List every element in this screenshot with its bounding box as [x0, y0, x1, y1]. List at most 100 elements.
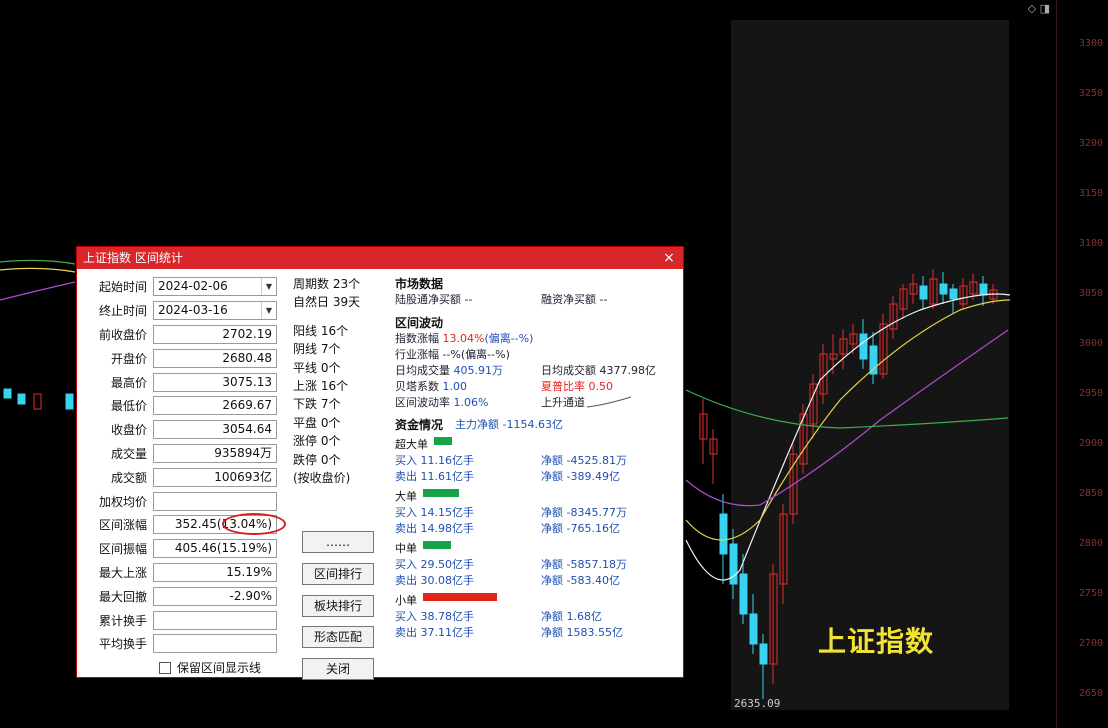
chevron-down-icon[interactable]: ▼ — [261, 302, 276, 320]
fund-group-header: 小单 — [395, 593, 685, 609]
close-button[interactable]: 关闭 — [302, 658, 374, 681]
metric-label: 指数涨幅 — [395, 332, 443, 345]
candle-body — [759, 643, 768, 665]
field-row: 区间振幅 405.46(15.19%) — [83, 537, 289, 561]
metric-value: 13.04% — [442, 332, 485, 345]
sector-rank-button[interactable]: 板块排行 — [302, 594, 374, 617]
field-value-text: 352.45(13.04%) — [174, 517, 272, 532]
fund-group-header: 大单 — [395, 489, 685, 505]
volatility-metric-2: 日均成交额 4377.98亿 — [541, 364, 656, 377]
fund-group: 小单 买入 38.78亿手 净额 1.68亿 卖出 37.11亿手 净额 1583.55… — [395, 593, 685, 641]
field-value-text: 935894万 — [214, 445, 272, 460]
field-value: 100693亿 — [153, 467, 277, 487]
range-rank-button[interactable]: 区间排行 — [302, 562, 374, 585]
field-value: 405.46(15.19%) — [153, 539, 277, 559]
candle-body — [719, 513, 728, 555]
market-data-title: 市场数据 — [395, 277, 444, 291]
field-value — [153, 634, 277, 654]
field-value-text: 15.19% — [226, 564, 272, 579]
close-icon[interactable]: × — [661, 247, 677, 269]
fund-sell: 卖出 30.08亿手 — [395, 574, 474, 587]
field-label: 最低价 — [110, 399, 147, 414]
fund-flow-row: 买入 14.15亿手 净额 -8345.77万 — [395, 505, 685, 521]
pattern-match-button[interactable]: 形态匹配 — [302, 626, 374, 649]
candle-body — [949, 288, 958, 300]
fund-net2: 净额 -765.16亿 — [541, 522, 620, 535]
candle-body — [939, 283, 948, 295]
field-row: 区间涨幅 352.45(13.04%) — [83, 513, 289, 537]
fund-buy: 买入 11.16亿手 — [395, 454, 474, 467]
fund-buy: 买入 29.50亿手 — [395, 558, 474, 571]
fund-flow-bar — [423, 489, 459, 497]
field-value-text: 2024-02-06 — [158, 279, 228, 294]
fund-buy: 买入 14.15亿手 — [395, 506, 474, 519]
field-label: 最大上涨 — [98, 565, 147, 580]
fund-group-name: 大单 — [395, 490, 417, 503]
chart-toolbar-icons[interactable]: ◇ ◨ — [1028, 2, 1050, 15]
index-name-overlay: 上证指数 — [818, 625, 935, 658]
candle-body — [869, 345, 878, 375]
fund-group: 中单 买入 29.50亿手 净额 -5857.18万 卖出 30.08亿手 净额 -58… — [395, 541, 685, 589]
volatility-rows: 指数涨幅 13.04%(偏离--%) 行业涨幅 --%(偏离--%) 日均成交量 4… — [395, 331, 685, 411]
field-value-text: -2.90% — [229, 588, 272, 603]
fund-net2: 净额 -389.49亿 — [541, 470, 620, 483]
field-value: 935894万 — [153, 443, 277, 463]
metric-value: 1.00 — [442, 380, 468, 393]
metric-label: 行业涨幅 --%(偏离--%) — [395, 348, 510, 361]
fund-flow-row: 卖出 30.08亿手 净额 -583.40亿 — [395, 573, 685, 589]
date-picker[interactable]: 2024-03-16 ▼ — [153, 301, 277, 321]
main-net-flow: 主力净额 -1154.63亿 — [455, 418, 563, 431]
candle-body — [33, 393, 42, 410]
price-tick-label: 2700 — [1078, 638, 1103, 649]
fund-group: 大单 买入 14.15亿手 净额 -8345.77万 卖出 14.98亿手 净额 -76… — [395, 489, 685, 537]
keep-range-lines-option[interactable]: 保留区间显示线 — [159, 659, 261, 676]
field-label: 起始时间 — [98, 280, 147, 295]
fund-sell: 卖出 11.61亿手 — [395, 470, 474, 483]
price-axis: 3300 3250 3200 3150 3100 3050 3000 2950 2900 2850… — [1056, 0, 1108, 728]
fund-group-header: 超大单 — [395, 437, 685, 453]
more-button[interactable]: …… — [302, 531, 374, 553]
field-value: 15.19% — [153, 562, 277, 582]
low-price-marker: 2635.09 — [734, 697, 781, 710]
field-value-text: 2702.19 — [222, 326, 272, 341]
northbound-net-buy: 陆股通净买额 -- — [395, 293, 473, 306]
candle-body — [739, 573, 748, 615]
ma-line-short — [0, 267, 76, 273]
stat-limit-down: 跌停 0个 — [293, 452, 341, 467]
fund-net1: 净额 -5857.18万 — [541, 558, 627, 571]
field-row: 最低价 2669.67 — [83, 394, 289, 418]
margin-net-buy: 融资净买额 -- — [541, 293, 608, 306]
volatility-row: 日均成交量 405.91万 日均成交额 4377.98亿 — [395, 363, 685, 379]
price-tick-label: 3000 — [1078, 338, 1103, 349]
volatility-metric: 日均成交量 405.91万 — [395, 363, 541, 379]
field-row: 最高价 3075.13 — [83, 370, 289, 394]
volatility-metric-2: 夏普比率 0.50 — [541, 380, 613, 393]
chevron-down-icon[interactable]: ▼ — [261, 278, 276, 296]
period-stats: 周期数 23个 自然日 39天 阳线 16个 阴线 7个 平线 0个 上涨 16… — [293, 275, 383, 487]
field-value-text: 3054.64 — [222, 422, 272, 437]
ma-line-long-2 — [0, 259, 76, 265]
price-tick-label: 3050 — [1078, 288, 1103, 299]
fund-groups: 超大单 买入 11.16亿手 净额 -4525.81万卖出 11.61亿手 净额 -3… — [395, 437, 685, 641]
fund-flow-row: 买入 11.16亿手 净额 -4525.81万 — [395, 453, 685, 469]
stat-down-candles: 阴线 7个 — [293, 342, 341, 357]
field-label: 开盘价 — [110, 351, 147, 366]
stat-days: 自然日 39天 — [293, 295, 361, 310]
stat-flat-candles: 平线 0个 — [293, 360, 341, 375]
field-row: 成交额 100693亿 — [83, 465, 289, 489]
field-row: 收盘价 3054.64 — [83, 418, 289, 442]
field-label: 收盘价 — [110, 423, 147, 438]
dialog-titlebar[interactable]: 上证指数 区间统计 × — [77, 247, 683, 269]
field-value: 2702.19 — [153, 324, 277, 344]
market-panel: 市场数据 陆股通净买额 -- 融资净买额 -- 区间波动 指数涨幅 13.04%… — [395, 273, 685, 641]
volatility-row: 行业涨幅 --%(偏离--%) — [395, 347, 685, 363]
field-label: 累计换手 — [98, 613, 147, 628]
field-row: 成交量 935894万 — [83, 442, 289, 466]
checkbox[interactable] — [159, 661, 171, 674]
fund-net1: 净额 -4525.81万 — [541, 454, 627, 467]
field-row: 最大上涨 15.19% — [83, 561, 289, 585]
field-value-text: 3075.13 — [222, 374, 272, 389]
field-value: -2.90% — [153, 586, 277, 606]
date-picker[interactable]: 2024-02-06 ▼ — [153, 277, 277, 297]
fund-header: 资金情况 主力净额 -1154.63亿 — [395, 417, 685, 433]
